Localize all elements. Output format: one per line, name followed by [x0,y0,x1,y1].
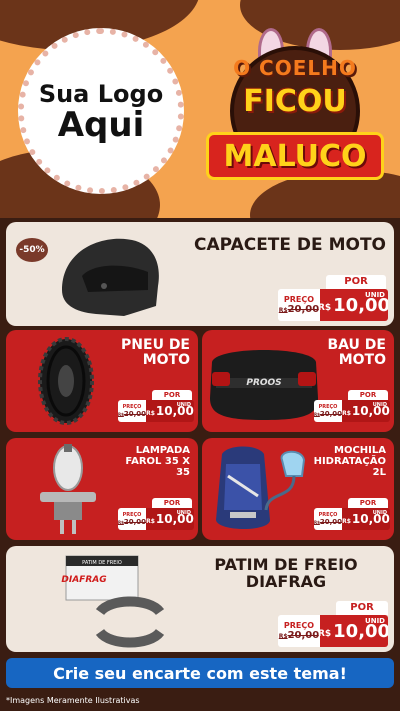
old-price-value: 20,00 [287,304,320,315]
price-box: PREÇO R$20,00 R$ 10,00 UNID [278,289,388,321]
brake-pads-image: PATIM DE FREIO DIAFRAG [61,555,165,648]
new-price-block: R$ 10,00 UNID [342,508,390,530]
por-label: POR [152,390,192,400]
new-price-block: R$ 10,00 UNID [342,400,390,422]
product-title: LAMPADA FAROL 35 X 35 [125,445,190,478]
logo-text-line2: Aqui [57,105,145,145]
product-card-pneu: PNEU DE MOTO POR PREÇO R$20,00 R$ 10,00 … [6,330,198,432]
currency: R$ [317,629,332,639]
product-title: PATIM DE FREIO DIAFRAG [214,555,358,592]
logo-text-line1: Sua Logo [38,80,164,108]
preco-label: PREÇO [283,621,315,630]
currency: R$ [342,517,351,525]
disclaimer-text: *Imagens Meramente Ilustrativas [6,696,140,705]
product-card-lampada: LAMPADA FAROL 35 X 35 POR PREÇO R$20,00 … [6,438,198,540]
badge-ribbon: MALUCO [206,132,384,180]
product-title: BAU DE MOTO [327,337,386,369]
old-price-value: 20,00 [123,410,147,418]
unit-label: UNID [365,291,385,299]
product-title: MOCHILA HIDRATAÇÃO 2L [313,445,386,478]
price-box: PREÇO R$20,00 R$ 10,00 UNID [118,400,194,422]
old-currency: R$ [278,307,288,314]
badge-text-top: O COELHO [233,56,357,80]
discount-badge: -50% [16,238,48,262]
trunk-image: PROOS [210,350,318,420]
trunk-brand-text: PROOS [246,378,281,388]
por-label: POR [152,498,192,508]
diafrag-brand-text: DIAFRAG [61,575,106,585]
product-title: CAPACETE DE MOTO [194,235,386,255]
logo-placeholder: Sua Logo Aqui [18,28,184,194]
badge-ribbon-text: MALUCO [223,138,367,174]
backpack-image [216,446,306,529]
product-title: PNEU DE MOTO [121,337,190,369]
old-price-block: PREÇO R$20,00 [314,508,342,530]
por-label: POR [326,275,386,289]
brake-box-text: PATIM DE FREIO [82,560,122,566]
old-price-value: 20,00 [123,518,147,526]
new-price-block: R$ 10,00 UNID [146,508,194,530]
price-box: PREÇO R$20,00 R$ 10,00 UNID [314,508,390,530]
old-currency: R$ [278,633,288,640]
old-price: R$20,00 [118,518,146,526]
old-price: R$20,00 [314,518,342,526]
old-price: R$20,00 [314,410,342,418]
header-banner: Sua Logo Aqui O COELHO FICOU MALUCO [0,0,400,218]
por-label: POR [348,390,388,400]
product-card-bau: PROOS BAU DE MOTO POR PREÇO R$20,00 R$ 1… [202,330,394,432]
old-price-block: PREÇO R$20,00 [278,289,320,321]
product-card-mochila: MOCHILA HIDRATAÇÃO 2L POR PREÇO R$20,00 … [202,438,394,540]
old-price: R$20,00 [279,630,319,641]
old-price-block: PREÇO R$20,00 [314,400,342,422]
unit-label: UNID [365,617,385,625]
old-price-block: PREÇO R$20,00 [118,400,146,422]
old-price: R$20,00 [279,304,319,315]
price-box: PREÇO R$20,00 R$ 10,00 UNID [278,615,388,647]
cta-button[interactable]: Crie seu encarte com este tema! [6,658,394,688]
new-price-block: R$ 10,00 UNID [146,400,194,422]
lamp-image [40,444,96,534]
product-card-capacete: -50% CAPACETE DE MOTO POR PREÇO R$20,00 … [6,222,394,326]
unit-label: UNID [176,510,191,516]
old-price-block: PREÇO R$20,00 [118,508,146,530]
price-box: PREÇO R$20,00 R$ 10,00 UNID [314,400,390,422]
currency: R$ [317,303,332,313]
currency: R$ [342,409,351,417]
unit-label: UNID [372,402,387,408]
badge-text-middle: FICOU [243,84,347,119]
unit-label: UNID [372,510,387,516]
product-card-patim: PATIM DE FREIO DIAFRAG PATIM DE FREIO DI… [6,546,394,652]
unit-label: UNID [176,402,191,408]
old-price-block: PREÇO R$20,00 [278,615,320,647]
por-label: POR [336,601,388,615]
price-box: PREÇO R$20,00 R$ 10,00 UNID [118,508,194,530]
preco-label: PREÇO [283,295,315,304]
por-label: POR [348,498,388,508]
tire-image [38,337,94,425]
currency: R$ [146,409,155,417]
currency: R$ [146,517,155,525]
old-price-value: 20,00 [319,518,343,526]
old-price-value: 20,00 [319,410,343,418]
old-price: R$20,00 [118,410,146,418]
new-price-block: R$ 10,00 UNID [317,289,388,321]
new-price-block: R$ 10,00 UNID [317,615,388,647]
old-price-value: 20,00 [287,630,320,641]
easter-badge: O COELHO FICOU MALUCO [200,26,390,196]
